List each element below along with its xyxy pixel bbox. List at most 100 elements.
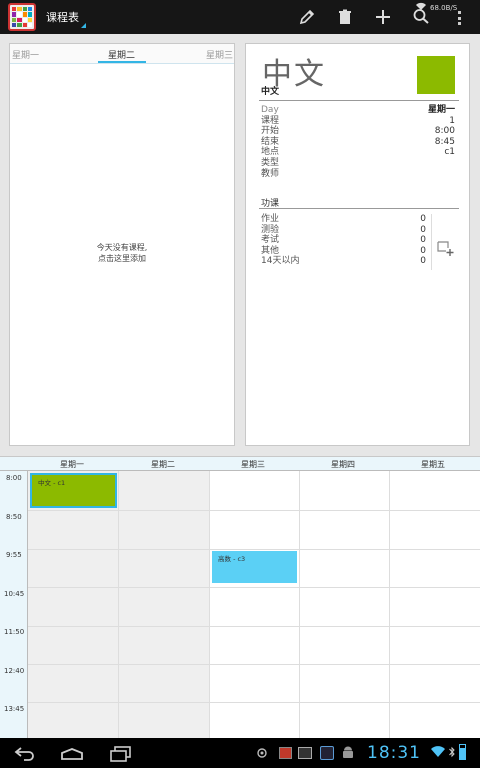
trash-icon [339,9,351,24]
day-column-thursday[interactable] [300,471,390,739]
field-label: 结束 [261,136,280,147]
field-value: 8:00 [434,126,455,137]
field-value: c1 [444,147,455,158]
weekday-header: 星期三 [241,460,265,469]
time-label: 8:00 [6,474,22,482]
field-value: 8:45 [434,136,455,147]
wifi-icon [431,746,445,757]
course-block[interactable]: 中文 - c1 [30,473,117,508]
delete-button[interactable] [334,6,356,28]
time-label: 10:45 [4,590,25,598]
field-day: Day 星期一 [261,105,455,116]
empty-message-line1: 今天没有课程, [96,243,148,252]
day-tabs: 星期一 星期二 星期三 [10,44,234,64]
homework-label: 其他 [261,245,280,256]
plus-icon [376,10,390,24]
homework-count: 0 [420,235,426,246]
day-column-monday[interactable] [28,471,119,739]
week-schedule-grid: 星期一 星期二 星期三 星期四 星期五 8:00 8:50 9:55 10:45… [0,456,480,739]
empty-message-line2: 点击这里添加 [98,254,146,263]
homework-count: 0 [420,256,426,267]
field-label: 类型 [261,157,280,168]
home-icon[interactable] [60,748,84,760]
title-dropdown-caret[interactable] [81,23,86,28]
course-block[interactable]: 高数 - c3 [212,551,297,583]
homework-row[interactable]: 考试 0 [261,235,426,246]
field-location: 地点 c1 [261,147,455,158]
field-label: 地点 [261,147,280,158]
homework-row[interactable]: 作业 0 [261,214,426,225]
tab-wednesday[interactable]: 星期三 [206,48,233,61]
homework-row[interactable]: 14天以内 0 [261,256,426,267]
bluetooth-icon [449,746,455,758]
add-button[interactable] [372,6,394,28]
week-header: 星期一 星期二 星期三 星期四 星期五 [0,457,480,471]
homework-label: 14天以内 [261,256,300,267]
grid-line [28,664,480,665]
app-icon[interactable] [8,3,36,31]
course-detail-panel: 中文 中文 Day 星期一 课程 1 开始 8:00 结束 8:45 地点 c1… [245,43,470,446]
homework-count: 0 [420,214,426,224]
divider [431,214,432,270]
field-label: 开始 [261,126,280,137]
recent-apps-icon[interactable] [110,746,132,762]
notification-icon [279,747,292,759]
divider [259,100,459,101]
day-column-tuesday[interactable] [119,471,210,739]
tab-monday[interactable]: 星期一 [12,48,39,61]
empty-day-message[interactable]: 今天没有课程, 点击这里添加 [10,242,234,264]
homework-row[interactable]: 其他 0 [261,246,426,257]
field-value: 星期一 [427,105,455,115]
action-bar: 课程表 68.0B/S [0,0,480,34]
course-color-swatch [417,56,455,94]
overflow-menu-button[interactable] [458,11,462,25]
divider [259,208,459,209]
notification-icon [298,747,312,759]
field-label: 课程 [261,115,280,126]
field-value: 1 [449,115,455,126]
network-speed: 68.0B/S [430,4,458,12]
weekday-header: 星期五 [421,460,445,469]
add-homework-button[interactable] [436,239,456,257]
field-type: 类型 [261,158,455,169]
time-label: 12:40 [4,667,25,675]
time-label: 11:50 [4,628,25,636]
app-title[interactable]: 课程表 [46,9,79,25]
active-tab-indicator [98,61,146,63]
grid-line [28,510,480,511]
back-icon[interactable] [14,747,36,761]
course-fields: Day 星期一 课程 1 开始 8:00 结束 8:45 地点 c1 类型 教师 [261,105,455,179]
grid-line [28,626,480,627]
weekday-header: 星期二 [151,460,175,469]
weekday-header: 星期一 [60,460,84,469]
field-label: 教师 [261,168,280,179]
homework-count: 0 [420,224,426,235]
time-column: 8:00 8:50 9:55 10:45 11:50 12:40 13:45 [0,471,28,739]
field-teacher: 教师 [261,169,455,180]
time-label: 8:50 [6,513,22,521]
time-label: 9:55 [6,551,22,559]
android-icon [343,746,353,758]
homework-label: 测验 [261,224,280,235]
course-title-small: 中文 [261,87,280,97]
tab-tuesday[interactable]: 星期二 [108,48,135,61]
system-nav-bar: 18:31 [0,738,480,768]
weekday-header: 星期四 [331,460,355,469]
homework-label: 作业 [261,214,280,224]
day-column-wednesday[interactable] [210,471,300,739]
field-end: 结束 8:45 [261,137,455,148]
battery-icon [459,744,466,760]
day-column-friday[interactable] [390,471,480,739]
day-panel: 星期一 星期二 星期三 今天没有课程, 点击这里添加 [9,43,235,446]
homework-label: 考试 [261,235,280,246]
edit-button[interactable] [296,6,318,28]
homework-count: 0 [420,245,426,256]
homework-row[interactable]: 测验 0 [261,225,426,236]
grid-line [28,549,480,550]
field-start: 开始 8:00 [261,126,455,137]
app-root: 课程表 68.0B/S 星期一 星期二 星期三 今天没有课程, 点击这里添加 中… [0,0,480,768]
grid-line [28,702,480,703]
field-label: Day [261,105,279,115]
wifi-status-icon [416,2,426,10]
homework-list: 作业 0 测验 0 考试 0 其他 0 14天以内 0 [261,214,426,267]
